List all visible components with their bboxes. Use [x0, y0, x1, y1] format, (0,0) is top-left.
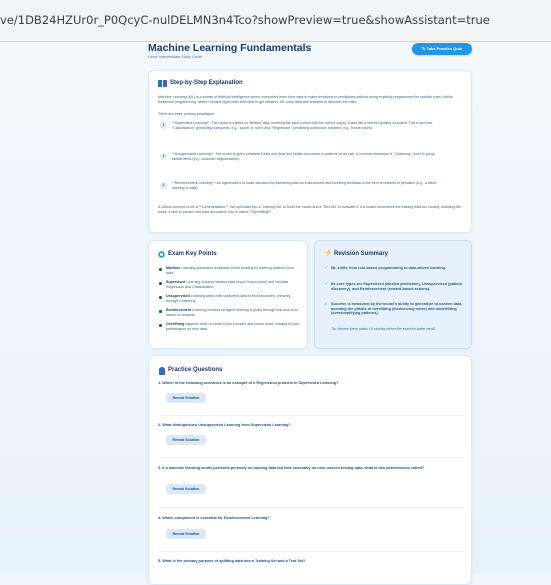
step-text-2: **Unsupervised Learning**: The model is … — [172, 152, 435, 161]
reveal-solution-button[interactable]: Reveal Solution — [166, 435, 206, 445]
reveal-solution-button[interactable]: Reveal Solution — [166, 393, 206, 403]
practice-question: 3. If a machine learning model performs … — [158, 466, 425, 470]
clipboard-icon — [159, 367, 165, 375]
step-number-1: 1 — [160, 122, 167, 129]
explanation-card: Step-by-Step Explanation Machine Learnin… — [148, 70, 472, 233]
step-number-3: 3 — [160, 182, 167, 189]
explanation-title: Step-by-Step Explanation — [170, 80, 243, 86]
bullet-marker — [159, 310, 162, 313]
url-text[interactable]: ve/1DB24HZUr0r_P0QcyC-nulDELMN3n4Tco?sho… — [0, 13, 490, 27]
page-title: Machine Learning Fundamentals — [148, 42, 312, 54]
target-icon — [158, 251, 165, 258]
pencil-icon: ✎ — [422, 46, 426, 51]
book-icon — [158, 80, 167, 87]
question-divider — [158, 415, 464, 416]
key-points-title: Exam Key Points — [168, 251, 217, 257]
revision-title: Revision Summary — [334, 251, 389, 257]
check-icon: ✓ — [324, 301, 328, 306]
bullet-marker — [159, 296, 162, 299]
revision-item: ML shifts from rule-based programming to… — [331, 266, 446, 270]
check-icon: ✓ — [324, 265, 328, 270]
key-point-item: Machine Learning automates analytical mo… — [166, 266, 295, 275]
practice-questions-card: Practice Questions 1. Which of the follo… — [148, 355, 472, 585]
reveal-solution-button[interactable]: Reveal Solution — [166, 484, 206, 494]
question-divider — [158, 551, 464, 552]
key-point-item: Supervised Learning requires labeled dat… — [166, 280, 289, 289]
key-point-item: Reinforcement Learning involves an agent… — [166, 308, 299, 317]
reveal-solution-button[interactable]: Reveal Solution — [166, 529, 206, 539]
revision-card: ⚡ Revision Summary ✓ ML shifts from rule… — [314, 240, 472, 349]
key-point-item: Unsupervised Learning works with unlabel… — [166, 294, 291, 303]
bullet-marker — [159, 268, 162, 271]
step-text-3: **Reinforcement Learning**: An agent lea… — [172, 181, 436, 190]
explanation-intro: Machine Learning (ML) is a subset of Art… — [158, 95, 453, 104]
bullet-marker — [159, 324, 162, 327]
question-divider — [158, 507, 464, 508]
revision-tip: Tip: Review these points 10 minutes befo… — [331, 327, 436, 331]
lightning-icon: ⚡ — [324, 250, 333, 257]
explanation-closing: A critical concept in ML is **Generaliza… — [158, 205, 462, 214]
key-points-card: Exam Key Points Machine Learning automat… — [148, 240, 308, 349]
page-header: Machine Learning Fundamentals Level: Int… — [148, 42, 472, 64]
practice-question: 5. What is the primary purpose of splitt… — [158, 559, 306, 563]
study-guide-page: Machine Learning Fundamentals Level: Int… — [0, 42, 551, 585]
take-practice-quiz-button[interactable]: ✎ Take Practice Quiz — [412, 43, 472, 55]
key-point-item: Overfitting happens when a model is too … — [166, 322, 300, 331]
practice-question: 4. Which component is essential for Rein… — [158, 516, 270, 520]
question-divider — [158, 457, 464, 458]
revision-item: Success is measured by the model's abili… — [331, 302, 463, 316]
browser-address-bar[interactable]: ve/1DB24HZUr0r_P0QcyC-nulDELMN3n4Tco?sho… — [0, 0, 551, 42]
check-icon: ✓ — [324, 281, 328, 286]
bullet-marker — [159, 282, 162, 285]
paradigms-intro: There are three primary paradigms: — [158, 112, 215, 116]
practice-title: Practice Questions — [168, 367, 223, 373]
step-number-2: 2 — [160, 153, 167, 160]
quiz-button-label: Take Practice Quiz — [426, 46, 462, 51]
practice-question: 1. Which of the following scenarios is a… — [158, 381, 339, 385]
practice-question: 2. What distinguishes Unsupervised Learn… — [158, 423, 291, 427]
step-text-1: **Supervised Learning**: The model is tr… — [172, 121, 433, 130]
page-subtitle: Level: Intermediate Study Guide — [148, 55, 203, 59]
revision-item: Its core types are Supervised (labeled p… — [331, 282, 463, 291]
